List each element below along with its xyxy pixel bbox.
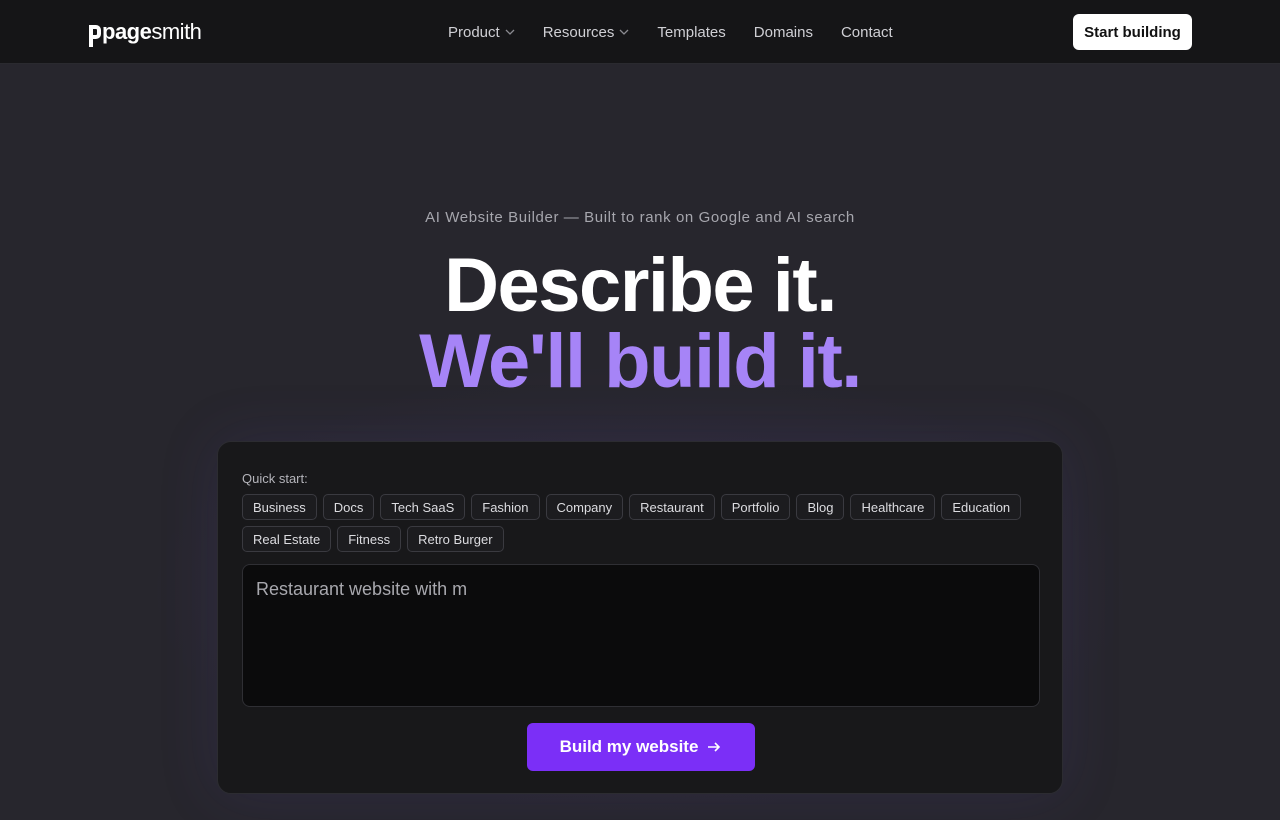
chip-docs[interactable]: Docs: [322, 494, 375, 520]
chip-restaurant[interactable]: Restaurant: [629, 494, 715, 520]
brand-name-bold: page: [102, 19, 152, 44]
nav-item-label: Domains: [753, 23, 813, 41]
brand-name-light: smith: [151, 19, 202, 44]
arrow-right-icon: [708, 742, 721, 752]
chip-healthcare[interactable]: Healthcare: [850, 494, 936, 520]
top-navigation: page smith Product Resources Templates Do…: [0, 0, 1280, 64]
nav-item-domains[interactable]: Domains: [754, 24, 813, 41]
chip-real-estate[interactable]: Real Estate: [242, 526, 332, 552]
chip-education[interactable]: Education: [941, 494, 1022, 520]
nav-item-contact[interactable]: Contact: [841, 24, 893, 41]
quick-start-chips: Business Docs Tech SaaS Fashion Company …: [242, 494, 1042, 552]
chip-tech-saas[interactable]: Tech SaaS: [380, 494, 466, 520]
nav-item-label: Contact: [840, 23, 893, 41]
nav-item-label: Templates: [657, 23, 726, 41]
build-button-label: Build my website: [559, 737, 699, 756]
chevron-down-icon: [619, 29, 629, 35]
chip-retro-burger[interactable]: Retro Burger: [407, 526, 504, 552]
chip-fashion[interactable]: Fashion: [471, 494, 540, 520]
pagesmith-logo-icon: [89, 25, 101, 47]
build-my-website-button[interactable]: Build my website: [527, 723, 755, 771]
nav-item-resources[interactable]: Resources: [543, 24, 630, 41]
hero-eyebrow: AI Website Builder — Built to rank on Go…: [425, 209, 855, 226]
chip-company[interactable]: Company: [545, 494, 624, 520]
quick-start-label: Quick start:: [242, 471, 308, 486]
hero-headline-primary: Describe it.: [444, 243, 837, 328]
chip-business[interactable]: Business: [242, 494, 317, 520]
chevron-down-icon: [505, 29, 515, 35]
nav-item-templates[interactable]: Templates: [657, 24, 725, 41]
builder-card: Quick start: Business Docs Tech SaaS Fas…: [217, 441, 1063, 794]
chip-fitness[interactable]: Fitness: [337, 526, 402, 552]
start-building-button[interactable]: Start building: [1073, 14, 1192, 50]
chip-blog[interactable]: Blog: [796, 494, 845, 520]
chip-portfolio[interactable]: Portfolio: [720, 494, 791, 520]
nav-item-label: Product: [448, 23, 500, 41]
nav-item-label: Resources: [542, 23, 615, 41]
hero-headline-accent: We'll build it.: [419, 319, 862, 404]
brand-logo[interactable]: page smith: [88, 16, 202, 48]
website-description-input[interactable]: Restaurant website with m: [242, 564, 1040, 707]
nav-item-product[interactable]: Product: [448, 24, 515, 41]
main-menu: Product Resources Templates Domains Cont…: [448, 20, 921, 44]
